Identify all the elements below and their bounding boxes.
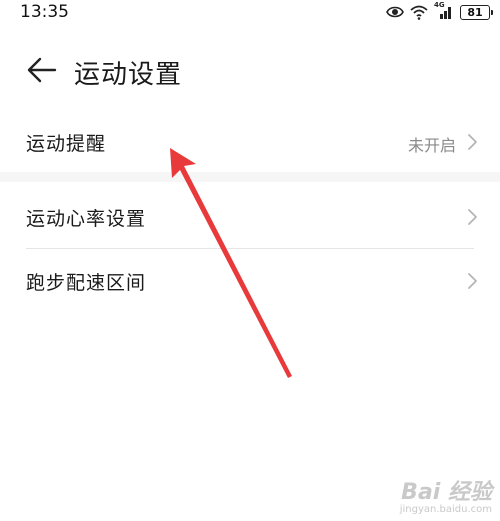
wifi-icon xyxy=(410,5,428,20)
setting-label: 跑步配速区间 xyxy=(26,272,147,294)
watermark: Bai 经验 jingyan.baidu.com xyxy=(400,474,492,515)
setting-value: 未开启 xyxy=(407,136,456,155)
settings-screen: 13:35 4G 81 运动设置 运动提醒 未开启 运动心率设置 跑步配速区间 … xyxy=(0,0,500,521)
setting-row-heart-rate[interactable]: 运动心率设置 xyxy=(0,184,500,248)
setting-label: 运动提醒 xyxy=(26,133,107,155)
settings-card-running: 运动心率设置 跑步配速区间 xyxy=(0,182,500,314)
back-button[interactable] xyxy=(24,54,60,86)
settings-card-reminder: 运动提醒 未开启 xyxy=(0,116,500,172)
status-icons: 4G 81 xyxy=(386,1,493,21)
page-title: 运动设置 xyxy=(74,60,183,90)
chevron-right-icon xyxy=(468,134,477,150)
chevron-right-icon xyxy=(468,209,477,225)
chevron-right-icon xyxy=(468,273,477,289)
eye-icon xyxy=(386,5,404,19)
status-time: 13:35 xyxy=(20,2,69,22)
arrow-left-icon xyxy=(27,57,57,83)
watermark-logo: Bai 经验 xyxy=(401,480,492,505)
setting-label: 运动心率设置 xyxy=(26,208,147,230)
setting-row-exercise-reminder[interactable]: 运动提醒 未开启 xyxy=(0,112,500,176)
page-header: 运动设置 xyxy=(0,26,500,116)
status-bar: 13:35 4G 81 xyxy=(0,0,500,26)
setting-row-pace-zone[interactable]: 跑步配速区间 xyxy=(0,249,500,313)
battery-level: 81 xyxy=(467,5,483,19)
battery-icon: 81 xyxy=(460,4,493,20)
cellular-signal-icon: 4G xyxy=(434,1,454,20)
watermark-url: jingyan.baidu.com xyxy=(399,504,492,515)
